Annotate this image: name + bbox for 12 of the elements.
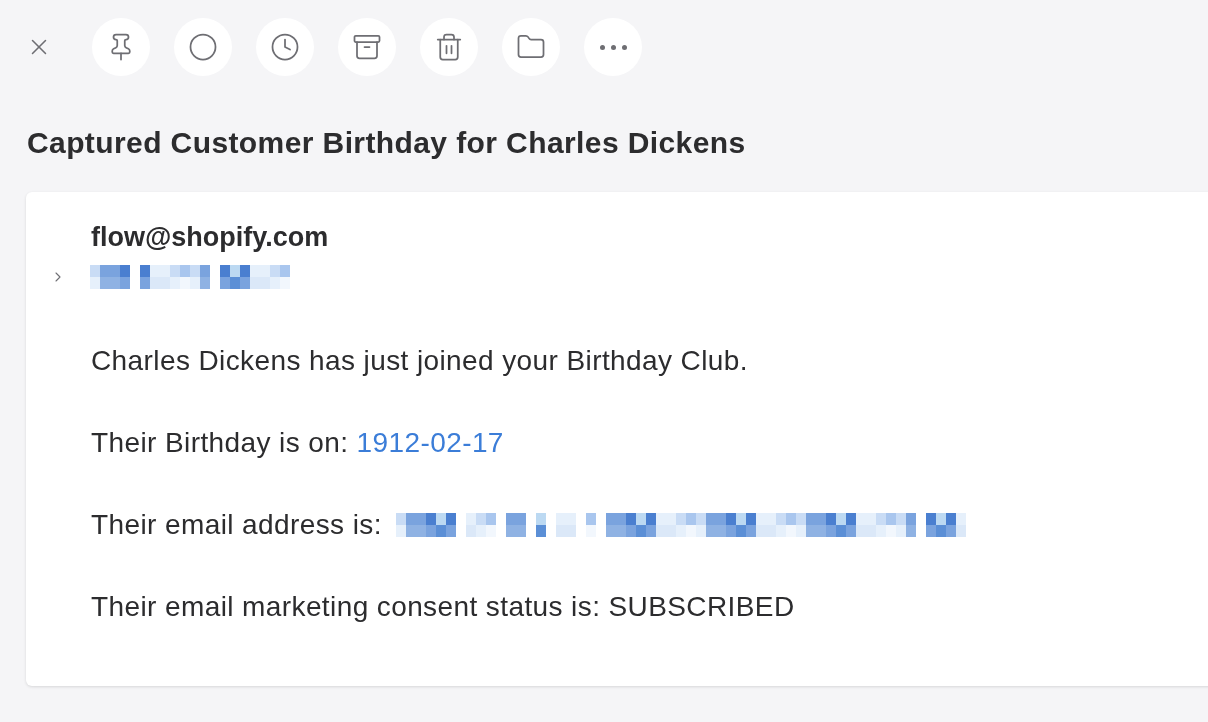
message-paragraph: Their email marketing consent status is: SUBSCRIBED [91, 590, 795, 624]
message-paragraph: Their email address is: [91, 508, 382, 542]
date-link[interactable]: 1912-02-17 [356, 427, 504, 458]
clock-icon [270, 32, 300, 62]
message-subject: Captured Customer Birthday for Charles Dickens [27, 125, 746, 161]
message-paragraph: Charles Dickens has just joined your Birthday Club. [91, 344, 748, 378]
sender-address: flow@shopify.com [91, 221, 329, 254]
message-paragraph: Their Birthday is on: 1912-02-17 [91, 426, 504, 460]
more-icon [599, 44, 627, 50]
circle-icon [188, 32, 218, 62]
archive-box-icon [352, 32, 382, 62]
trash-icon [434, 32, 464, 62]
